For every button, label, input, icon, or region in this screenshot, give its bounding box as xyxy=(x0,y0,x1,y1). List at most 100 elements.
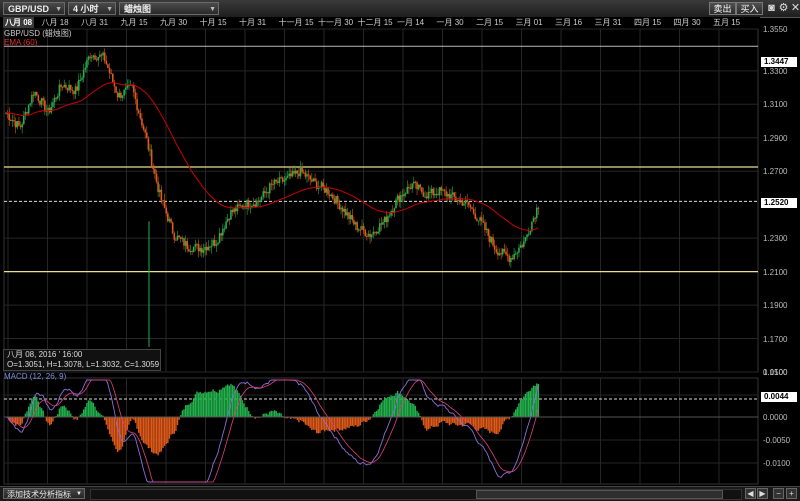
candle-body xyxy=(163,200,166,208)
bottom-bar: 添加技术分析指标 ▼ ◀ ▶ − + xyxy=(0,486,800,501)
date-axis-label: 十月 31 xyxy=(239,18,267,27)
candle-body xyxy=(382,222,384,225)
candle-body xyxy=(157,181,159,193)
macd-axis-label: -0.0050 xyxy=(763,436,791,445)
candle-body xyxy=(513,253,515,260)
chevron-down-icon: ▼ xyxy=(76,491,82,497)
candle-body xyxy=(196,244,198,246)
candle-body xyxy=(178,235,180,238)
candle-body xyxy=(58,84,61,97)
candle-body xyxy=(461,200,464,206)
candle-body xyxy=(13,120,15,122)
candle-body xyxy=(27,105,30,114)
candle-body xyxy=(537,207,540,209)
candle-body xyxy=(419,184,422,188)
candle-body xyxy=(79,79,82,81)
price-axis-label: 1.2700 xyxy=(763,167,788,177)
candle-body xyxy=(388,215,391,217)
scroll-left-button[interactable]: ◀ xyxy=(745,488,756,499)
candle-body xyxy=(218,233,221,243)
candle-body xyxy=(201,248,203,253)
candle-body xyxy=(265,192,268,194)
sell-button[interactable]: 卖出 xyxy=(709,2,736,15)
candle-body xyxy=(412,181,415,184)
buy-button[interactable]: 买入 xyxy=(736,2,763,15)
candle-body xyxy=(302,172,305,174)
candle-body xyxy=(348,212,350,219)
candle-body xyxy=(192,246,195,252)
candle-body xyxy=(181,237,184,239)
candle-body xyxy=(108,68,111,74)
candle-body xyxy=(209,246,211,248)
candle-body xyxy=(364,230,367,236)
candle-body xyxy=(155,173,158,182)
add-indicator-select[interactable]: 添加技术分析指标 ▼ xyxy=(3,488,85,499)
macd-axis-label: -0.0100 xyxy=(763,459,791,468)
candle-body xyxy=(39,100,41,105)
candle-body xyxy=(474,213,477,219)
candle-body xyxy=(400,195,402,202)
candle-body xyxy=(414,181,417,183)
candle-body xyxy=(503,248,506,252)
candle-body xyxy=(443,189,446,192)
candle-body xyxy=(375,232,378,234)
candle-body xyxy=(204,246,206,250)
candle-body xyxy=(150,149,153,166)
close-icon[interactable]: ✕ xyxy=(788,1,800,16)
candle-body xyxy=(74,86,77,95)
horizontal-scrollbar[interactable] xyxy=(90,489,742,500)
chart-type-select[interactable]: 蜡烛图 ▼ xyxy=(119,2,219,15)
candle-body xyxy=(210,245,213,248)
candle-body xyxy=(191,250,193,252)
zoom-out-button[interactable]: − xyxy=(773,488,784,499)
candle-body xyxy=(391,211,394,213)
candle-body xyxy=(427,191,430,199)
candle-body xyxy=(479,217,481,221)
scrollbar-thumb[interactable] xyxy=(476,490,723,499)
candle-body xyxy=(239,205,242,207)
candle-body xyxy=(519,245,522,248)
candle-body xyxy=(385,216,388,223)
candle-body xyxy=(345,209,347,216)
candle-body xyxy=(8,113,11,120)
zoom-in-button[interactable]: + xyxy=(786,488,797,499)
scroll-right-button[interactable]: ▶ xyxy=(757,488,768,499)
candle-body xyxy=(361,225,363,230)
candle-body xyxy=(463,203,465,206)
candle-body xyxy=(257,200,260,202)
date-axis-label: 五月 15 xyxy=(713,18,741,27)
candle-body xyxy=(42,98,45,101)
candle-body xyxy=(290,173,292,177)
candle-body xyxy=(73,90,75,95)
candle-body xyxy=(445,191,447,197)
candle-body xyxy=(223,228,226,230)
candle-body xyxy=(32,94,35,96)
candle-body xyxy=(270,183,273,185)
candle-body xyxy=(464,200,467,204)
candle-body xyxy=(222,228,224,236)
candle-body xyxy=(100,54,103,56)
chart-canvas[interactable] xyxy=(0,0,800,500)
candle-body xyxy=(526,234,528,238)
candle-body xyxy=(309,175,312,180)
candle-body xyxy=(322,182,324,187)
symbol-select[interactable]: GBP/USD ▼ xyxy=(3,2,65,15)
candle-body xyxy=(230,210,232,220)
candle-body xyxy=(438,187,441,196)
candle-body xyxy=(487,228,490,236)
candle-body xyxy=(194,244,197,247)
candle-body xyxy=(404,193,407,195)
ohlc-info-box: 八月 08, 2016 ' 16:00 O=1.3051, H=1.3078, … xyxy=(3,349,161,371)
candle-body xyxy=(264,191,266,194)
timeframe-select[interactable]: 4 小时 ▼ xyxy=(68,2,116,15)
candle-body xyxy=(11,120,14,122)
candle-body xyxy=(84,67,87,70)
macd-axis-label: 0.0100 xyxy=(763,368,788,377)
candle-body xyxy=(231,210,234,213)
candle-body xyxy=(446,194,449,197)
candle-body xyxy=(351,215,354,221)
candle-body xyxy=(139,112,142,119)
candle-body xyxy=(162,200,164,202)
candle-body xyxy=(14,121,17,128)
info-ohlc: O=1.3051, H=1.3078, L=1.3032, C=1.3059 xyxy=(7,360,160,369)
